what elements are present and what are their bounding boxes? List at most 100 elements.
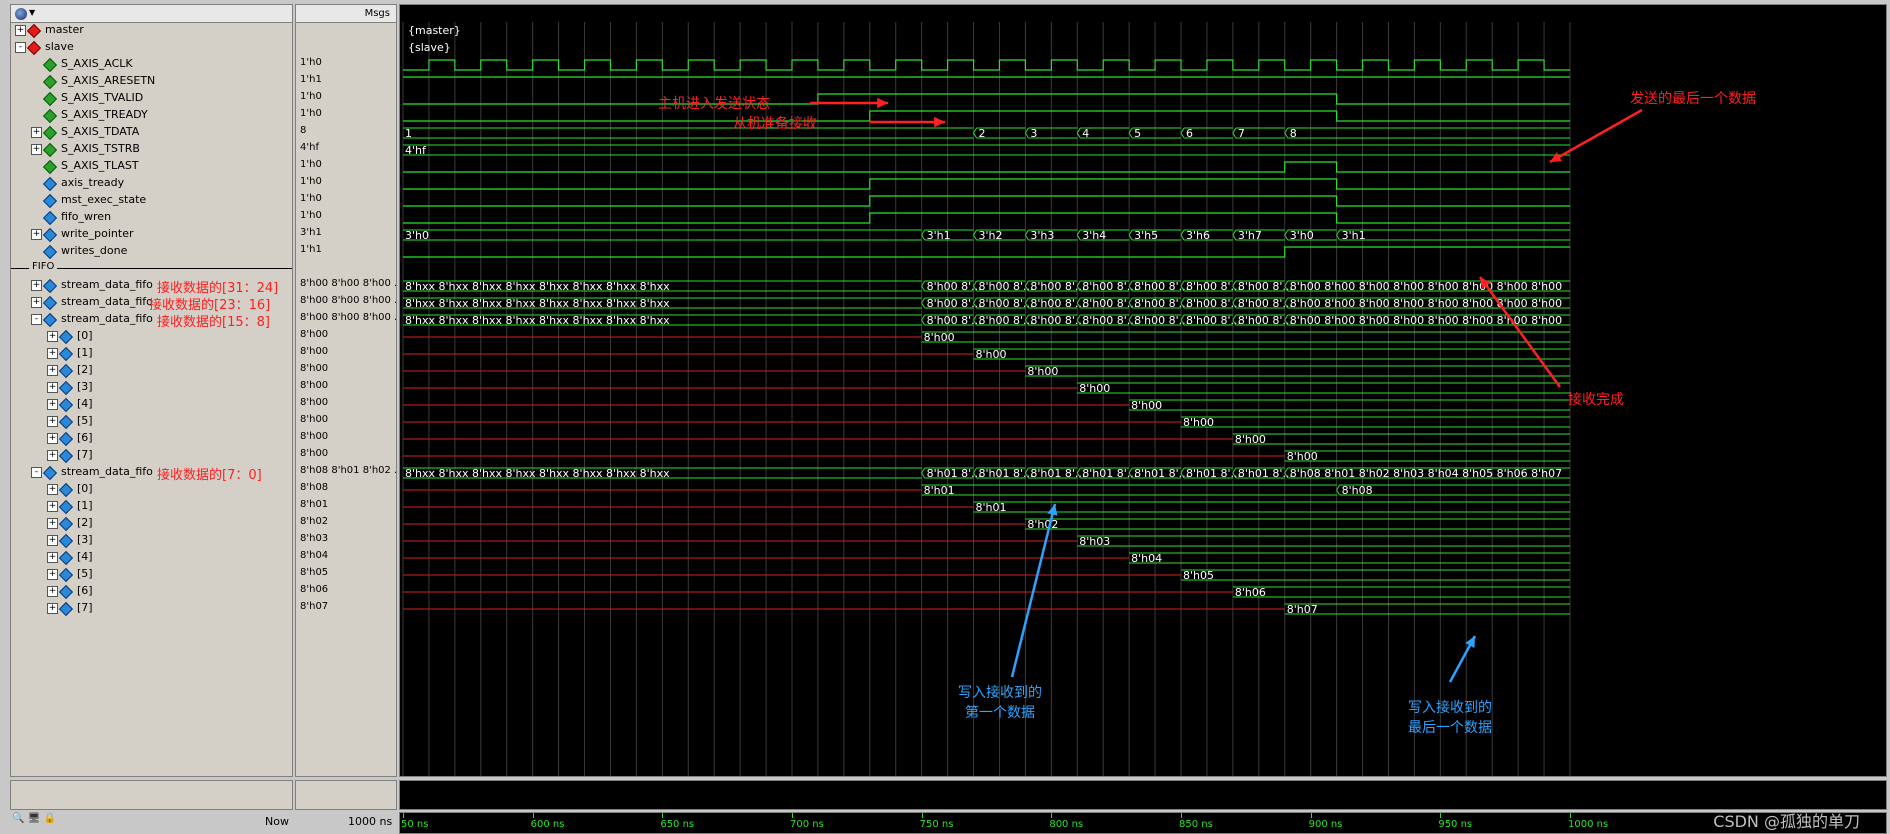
wave-writes-done: [403, 246, 1570, 258]
signal-row[interactable]: + [7]: [11, 600, 292, 617]
expand-icon[interactable]: +: [47, 484, 58, 495]
expand-icon[interactable]: +: [47, 365, 58, 376]
signal-row[interactable]: + [4]: [11, 396, 292, 413]
expand-icon[interactable]: +: [31, 229, 42, 240]
signal-row[interactable]: + [0]: [11, 328, 292, 345]
wave-globe-icon[interactable]: [15, 8, 27, 20]
wave-tstrb-segment: [403, 144, 1570, 156]
expand-icon[interactable]: +: [47, 586, 58, 597]
signal-value: 8: [300, 125, 307, 136]
expand-icon[interactable]: +: [47, 416, 58, 427]
zoom-icon[interactable]: 🔍: [12, 813, 24, 824]
signal-row[interactable]: S_AXIS_TLAST: [11, 158, 292, 175]
monitor-icon[interactable]: 🖥: [28, 813, 41, 824]
signal-row[interactable]: + [3]: [11, 532, 292, 549]
expand-icon[interactable]: +: [31, 144, 42, 155]
green-signal-icon: [42, 74, 58, 90]
signal-row[interactable]: + stream_data_fifo 接收数据的[23：16]: [11, 294, 292, 313]
timeline-ruler[interactable]: 50 ns 600 ns 650 ns 700 ns 750 ns 800 ns 850 n…: [399, 812, 1887, 834]
toolbar-icons[interactable]: 🔍 🖥 🔒: [12, 813, 62, 829]
signal-row[interactable]: + [6]: [11, 583, 292, 600]
wave-write-pointer-value: 3'h7: [1238, 229, 1262, 242]
signal-row[interactable]: + [2]: [11, 362, 292, 379]
signal-value: 8'h07: [300, 601, 329, 612]
expand-icon[interactable]: +: [47, 382, 58, 393]
wave-fifo-sub-segment: [1232, 433, 1570, 445]
signal-row[interactable]: + [6]: [11, 430, 292, 447]
signal-value: 1'h0: [300, 57, 322, 68]
timeline-tick-mark: [662, 813, 664, 818]
expand-icon[interactable]: +: [47, 399, 58, 410]
signal-value: 8'h01: [300, 499, 329, 510]
signal-row[interactable]: + [1]: [11, 345, 292, 362]
expand-icon[interactable]: +: [47, 603, 58, 614]
signal-row[interactable]: + [4]: [11, 549, 292, 566]
signal-row[interactable]: mst_exec_state: [11, 192, 292, 209]
expand-icon[interactable]: +: [47, 433, 58, 444]
expand-icon[interactable]: +: [31, 127, 42, 138]
signal-row[interactable]: + S_AXIS_TSTRB: [11, 141, 292, 158]
signal-row[interactable]: S_AXIS_TREADY: [11, 107, 292, 124]
signal-row[interactable]: fifo_wren: [11, 209, 292, 226]
collapse-icon[interactable]: -: [31, 314, 42, 325]
expand-icon[interactable]: +: [47, 569, 58, 580]
cursor-name-cell: [10, 780, 293, 810]
lock-icon[interactable]: 🔒: [44, 813, 56, 824]
signal-row[interactable]: S_AXIS_TVALID: [11, 90, 292, 107]
waveform-pane[interactable]: {master} {slave} 1 2 3 4 5 6 7 8 4'hf 3'h0 3'h1 3'h2 3…: [399, 4, 1887, 777]
signal-row[interactable]: FIFO: [11, 260, 292, 277]
signal-row[interactable]: + S_AXIS_TDATA: [11, 124, 292, 141]
signal-row[interactable]: S_AXIS_ACLK: [11, 56, 292, 73]
signal-row[interactable]: + [5]: [11, 413, 292, 430]
green-signal-icon: [42, 159, 58, 175]
timeline-tick: 950 ns: [1438, 819, 1473, 830]
signal-row[interactable]: + [5]: [11, 566, 292, 583]
wave-aclk: [403, 59, 1570, 71]
signal-row[interactable]: + [2]: [11, 515, 292, 532]
signal-value: 4'hf: [300, 142, 319, 153]
signal-row[interactable]: + [1]: [11, 498, 292, 515]
expand-icon[interactable]: +: [47, 348, 58, 359]
collapse-icon[interactable]: -: [31, 467, 42, 478]
expand-icon[interactable]: +: [15, 25, 26, 36]
chevron-down-icon[interactable]: ▼: [29, 8, 35, 17]
timeline-tick-mark: [1181, 813, 1182, 818]
msgs-header: Msgs: [296, 5, 396, 23]
signal-row[interactable]: + stream_data_fifo 接收数据的[31：24]: [11, 277, 292, 296]
expand-icon[interactable]: +: [47, 552, 58, 563]
signal-row[interactable]: + master: [11, 22, 292, 39]
signal-row[interactable]: + [0]: [11, 481, 292, 498]
signal-row[interactable]: + [3]: [11, 379, 292, 396]
expand-icon[interactable]: +: [31, 297, 42, 308]
signal-row[interactable]: - stream_data_fifo 接收数据的[7：0]: [11, 464, 292, 483]
expand-icon[interactable]: +: [47, 518, 58, 529]
value-row: 4'hf: [296, 141, 396, 158]
signal-row[interactable]: writes_done: [11, 243, 292, 260]
signal-row[interactable]: + [7]: [11, 447, 292, 464]
signal-name: S_AXIS_TLAST: [61, 159, 139, 172]
signal-name-pane[interactable]: ▼ + master - slave S_AXIS_ACLK S_AXIS_ARESETN…: [10, 4, 293, 777]
waveform-canvas[interactable]: {master} {slave} 1 2 3 4 5 6 7 8 4'hf 3'h0 3'h1 3'h2 3…: [400, 22, 1886, 776]
wave-tdata-value: 4: [1082, 127, 1089, 140]
green-signal-icon: [42, 142, 58, 158]
expand-icon[interactable]: +: [47, 535, 58, 546]
expand-icon[interactable]: +: [47, 450, 58, 461]
signal-row[interactable]: + write_pointer: [11, 226, 292, 243]
signal-name: mst_exec_state: [61, 193, 147, 206]
expand-icon[interactable]: +: [31, 280, 42, 291]
signal-name: stream_data_fifo: [61, 295, 153, 308]
arrow-write-first-head: [1047, 504, 1058, 516]
value-row: 8'h00: [296, 362, 396, 379]
expand-icon[interactable]: +: [47, 331, 58, 342]
expand-icon[interactable]: +: [47, 501, 58, 512]
timeline-tick: 650 ns: [660, 819, 695, 830]
blue-signal-icon: [42, 278, 58, 294]
signal-name: S_AXIS_TVALID: [61, 91, 144, 104]
annot-master-send: 主机进入发送状态: [658, 96, 770, 112]
signal-name: write_pointer: [61, 227, 134, 240]
signal-row[interactable]: - slave: [11, 39, 292, 56]
signal-row[interactable]: S_AXIS_ARESETN: [11, 73, 292, 90]
signal-row[interactable]: axis_tready: [11, 175, 292, 192]
signal-row[interactable]: - stream_data_fifo 接收数据的[15：8]: [11, 311, 292, 330]
collapse-icon[interactable]: -: [15, 42, 26, 53]
